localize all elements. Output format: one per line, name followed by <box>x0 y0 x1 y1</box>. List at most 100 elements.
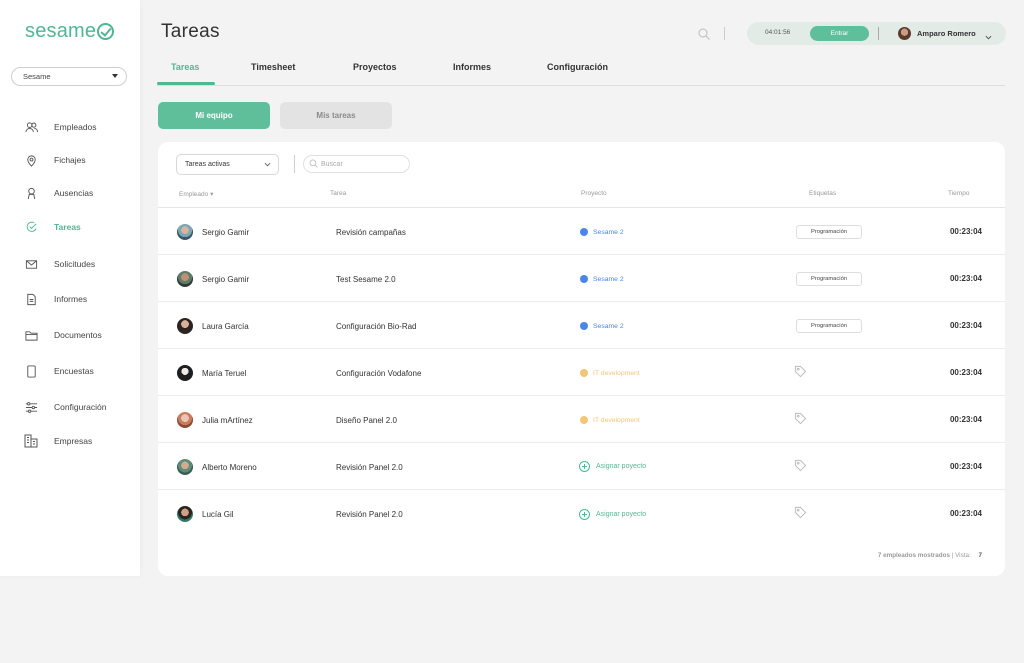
logo-check-icon <box>97 23 115 40</box>
sesame-logo[interactable]: sesame <box>25 20 115 43</box>
time-value: 00:23:04 <box>949 321 982 330</box>
table-row[interactable]: Laura García Configuración Bio-Rad Sesam… <box>158 302 1005 349</box>
assign-project-button[interactable]: Asignar poyecto <box>579 509 646 520</box>
project-name: IT development <box>593 416 640 424</box>
employee-name: Laura García <box>202 322 249 331</box>
chevron-down-icon[interactable] <box>985 28 992 40</box>
task-name: Revisión Panel 2.0 <box>336 510 403 519</box>
sidebar-item-empleados[interactable]: Empleados <box>24 118 97 136</box>
project-color-dot <box>580 322 588 330</box>
sidebar-item-empresas[interactable]: Empresas <box>24 432 92 450</box>
project-label[interactable]: IT development <box>580 416 640 424</box>
sidebar-item-solicitudes[interactable]: Solicitudes <box>24 255 95 273</box>
table-row[interactable]: Sergio Gamir Revisión campañas Sesame 2 … <box>158 208 1005 255</box>
avatar[interactable] <box>898 27 911 40</box>
employee-name: Alberto Moreno <box>202 463 257 472</box>
sliders-icon <box>24 400 38 414</box>
sidebar-item-label: Encuestas <box>54 366 94 376</box>
sidebar-item-fichajes[interactable]: Fichajes <box>24 151 86 169</box>
search-box[interactable] <box>303 155 410 173</box>
tab-informes[interactable]: Informes <box>453 62 491 72</box>
document-icon <box>24 292 38 306</box>
sidebar-item-label: Empresas <box>54 436 93 446</box>
tablet-icon <box>24 364 38 378</box>
time-value: 00:23:04 <box>949 274 982 283</box>
tag-icon[interactable] <box>794 365 807 378</box>
assign-project-label: Asignar poyecto <box>596 463 647 470</box>
sidebar-item-label: Fichajes <box>54 155 86 165</box>
sidebar-item-informes[interactable]: Informes <box>24 290 87 308</box>
task-name: Configuración Bio-Rad <box>336 322 417 331</box>
caret-down-icon <box>112 74 118 78</box>
my-team-button[interactable]: Mi equipo <box>158 102 270 129</box>
my-tasks-button[interactable]: Mis tareas <box>280 102 392 129</box>
buildings-icon <box>24 434 38 448</box>
project-label[interactable]: IT development <box>580 369 640 377</box>
column-header-project: Proyecto <box>581 190 607 197</box>
view-count-select[interactable]: 7 <box>978 552 982 559</box>
project-label[interactable]: Sesame 2 <box>580 275 624 283</box>
project-name: Sesame 2 <box>593 275 624 283</box>
sidebar-item-label: Documentos <box>54 330 102 340</box>
tab-tareas[interactable]: Tareas <box>171 62 199 72</box>
avatar <box>177 365 193 381</box>
search-input[interactable] <box>321 160 401 168</box>
filter-divider <box>294 155 295 173</box>
tag-badge[interactable]: Programación <box>796 272 862 286</box>
sidebar-item-configuracion[interactable]: Configuración <box>24 398 106 416</box>
company-select[interactable]: Sesame <box>11 67 127 86</box>
tab-configuracion[interactable]: Configuración <box>547 62 608 72</box>
time-value: 00:23:04 <box>949 462 982 471</box>
avatar <box>177 224 193 240</box>
project-label[interactable]: Sesame 2 <box>580 228 624 236</box>
folder-icon <box>24 328 38 342</box>
sidebar: sesame Sesame Empleados Fichajes Ausenci… <box>0 0 140 576</box>
project-name: IT development <box>593 369 640 377</box>
employee-name: Julia mArtínez <box>202 416 253 425</box>
table-row[interactable]: Alberto Moreno Revisión Panel 2.0 Asigna… <box>158 443 1005 490</box>
column-header-task: Tarea <box>330 190 347 197</box>
time-value: 00:23:04 <box>949 509 982 518</box>
company-select-value: Sesame <box>23 72 51 81</box>
sidebar-item-label: Empleados <box>54 122 97 132</box>
clock-divider <box>878 27 879 40</box>
column-header-employee[interactable]: Empleado ▾ <box>179 190 213 198</box>
active-tab-indicator <box>157 82 215 85</box>
table-row[interactable]: Sergio Gamir Test Sesame 2.0 Sesame 2 Pr… <box>158 255 1005 302</box>
column-header-tags: Etiquetas <box>809 190 837 197</box>
table-row[interactable]: María Teruel Configuración Vodafone IT d… <box>158 349 1005 396</box>
sidebar-item-documentos[interactable]: Documentos <box>24 326 102 344</box>
tag-badge[interactable]: Programación <box>796 225 862 239</box>
project-label[interactable]: Sesame 2 <box>580 322 624 330</box>
tag-icon[interactable] <box>794 412 807 425</box>
sidebar-item-label: Informes <box>54 294 88 304</box>
enter-button[interactable]: Entrar <box>810 26 869 41</box>
clock-widget: 04:01:56 Entrar Amparo Romero <box>747 22 1006 45</box>
task-name: Configuración Vodafone <box>336 369 422 378</box>
users-icon <box>24 120 38 134</box>
sidebar-item-tareas[interactable]: Tareas <box>24 218 81 236</box>
user-name[interactable]: Amparo Romero <box>917 29 976 38</box>
search-icon[interactable] <box>697 27 711 41</box>
table-row[interactable]: Lucía Gil Revisión Panel 2.0 Asignar poy… <box>158 490 1005 537</box>
tab-proyectos[interactable]: Proyectos <box>353 62 397 72</box>
tag-icon[interactable] <box>794 459 807 472</box>
table-row[interactable]: Julia mArtínez Diseño Panel 2.0 IT devel… <box>158 396 1005 443</box>
tab-timesheet[interactable]: Timesheet <box>251 62 295 72</box>
task-name: Diseño Panel 2.0 <box>336 416 397 425</box>
avatar <box>177 506 193 522</box>
sidebar-item-ausencias[interactable]: Ausencias <box>24 184 93 202</box>
status-filter-select[interactable]: Tareas activas <box>176 154 279 175</box>
tabs-bar: Tareas Timesheet Proyectos Informes Conf… <box>157 60 1005 86</box>
column-header-time: Tiempo <box>948 190 970 197</box>
assign-project-button[interactable]: Asignar poyecto <box>579 461 646 472</box>
project-color-dot <box>580 275 588 283</box>
project-name: Sesame 2 <box>593 228 624 236</box>
tag-badge[interactable]: Programación <box>796 319 862 333</box>
employee-name: Sergio Gamir <box>202 228 250 237</box>
sidebar-item-encuestas[interactable]: Encuestas <box>24 362 94 380</box>
project-name: Sesame 2 <box>593 322 624 330</box>
assign-project-label: Asignar poyecto <box>596 511 647 518</box>
employee-name: Sergio Gamir <box>202 275 250 284</box>
tag-icon[interactable] <box>794 506 807 519</box>
